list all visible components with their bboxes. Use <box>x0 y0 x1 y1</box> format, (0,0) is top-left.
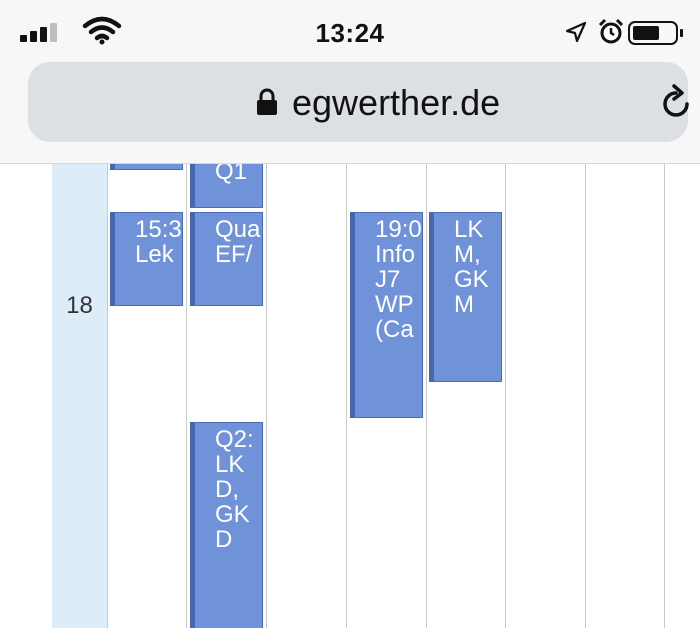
calendar-event[interactable] <box>110 164 183 170</box>
alarm-icon <box>598 18 624 44</box>
day-divider <box>186 164 187 628</box>
day-divider <box>107 164 108 628</box>
day-divider <box>664 164 665 628</box>
calendar-event[interactable]: Q1 <box>190 164 263 208</box>
battery-icon <box>628 21 683 45</box>
day-divider <box>505 164 506 628</box>
reload-icon[interactable] <box>656 82 696 122</box>
hour-label: 18 <box>66 292 93 319</box>
day-divider <box>266 164 267 628</box>
location-arrow-icon <box>565 21 587 43</box>
calendar-week-view: 18 Q1 15:3 Lek Qua EF/ 19:0 Info J7 WP (… <box>0 164 700 628</box>
day-divider <box>585 164 586 628</box>
hour-column <box>52 164 107 628</box>
status-bar: 13:24 <box>0 0 700 60</box>
calendar-event[interactable]: LK M, GK M <box>429 212 502 382</box>
url-text[interactable]: egwerther.de <box>292 82 500 124</box>
status-time: 13:24 <box>315 18 385 48</box>
calendar-event[interactable]: Qua EF/ <box>190 212 263 306</box>
calendar-event[interactable]: 15:3 Lek <box>110 212 183 306</box>
address-bar[interactable]: egwerther.de <box>28 62 689 142</box>
lock-icon <box>257 88 277 115</box>
browser-toolbar: egwerther.de <box>0 60 700 164</box>
day-divider <box>346 164 347 628</box>
calendar-event[interactable]: Q2: LK D, GK D <box>190 422 263 628</box>
calendar-event[interactable]: 19:0 Info J7 WP (Ca <box>350 212 423 418</box>
day-divider <box>426 164 427 628</box>
